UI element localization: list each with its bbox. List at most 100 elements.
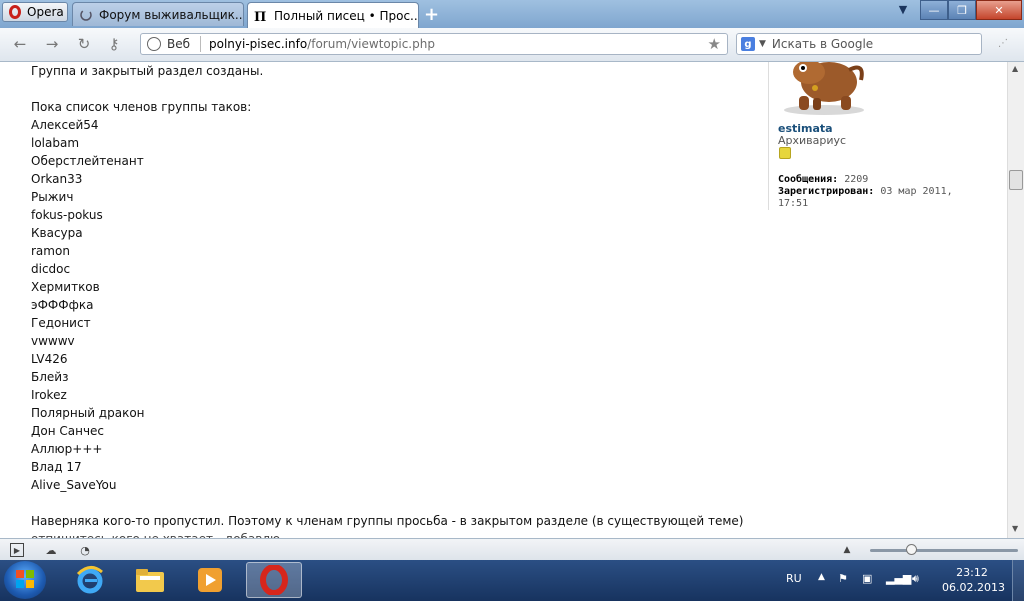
- clock-time: 23:12: [956, 566, 988, 579]
- opera-menu-button[interactable]: Opera: [2, 2, 68, 22]
- vertical-scrollbar[interactable]: ▲ ▼: [1007, 62, 1024, 538]
- globe-icon: [147, 37, 161, 51]
- window-controls: — ❐ ✕: [920, 0, 1022, 20]
- list-item: lolabam: [31, 136, 80, 150]
- address-toolbar: ← → ↻ ⚷ Веб polnyi-pisec.info/forum/view…: [0, 28, 1024, 62]
- arrow-down-tabs-icon[interactable]: ▼: [890, 0, 916, 18]
- google-icon[interactable]: g: [741, 37, 755, 51]
- key-icon[interactable]: ⚷: [104, 35, 124, 53]
- list-item: Дон Санчес: [31, 424, 105, 438]
- taskbar-media-player[interactable]: [182, 562, 238, 598]
- close-window-button[interactable]: ✕: [976, 0, 1022, 20]
- maximize-button[interactable]: ❐: [948, 0, 976, 20]
- search-field[interactable]: g ▼ Искать в Google: [736, 33, 982, 55]
- list-item: Полярный дракон: [31, 406, 145, 420]
- scroll-down-icon[interactable]: ▼: [1012, 524, 1018, 533]
- start-button[interactable]: [4, 561, 46, 599]
- cloud-icon[interactable]: ☁: [44, 543, 58, 557]
- zoom-up-icon[interactable]: ▲: [840, 543, 854, 557]
- new-tab-button[interactable]: +: [424, 4, 439, 25]
- registered-time: 17:51: [778, 198, 809, 209]
- tab-forum[interactable]: Форум выживальщик... ✕: [72, 2, 244, 26]
- volume-icon[interactable]: 🔊︎: [912, 572, 919, 586]
- arrow-right-icon[interactable]: →: [42, 35, 62, 53]
- list-item: Влад 17: [31, 460, 82, 474]
- rank-badge-icon: [779, 147, 791, 159]
- list-item: ramon: [31, 244, 70, 258]
- panel-toggle-icon[interactable]: ▶: [10, 543, 24, 557]
- loading-icon: [80, 8, 92, 21]
- turbo-icon[interactable]: ◔: [78, 543, 92, 557]
- action-center-flag-icon[interactable]: ⚑: [838, 572, 848, 585]
- opera-logo-icon: [9, 5, 21, 19]
- scroll-up-icon[interactable]: ▲: [1012, 64, 1018, 73]
- minimize-button[interactable]: —: [920, 0, 948, 20]
- list-item: vwwwv: [31, 334, 75, 348]
- network-signal-icon[interactable]: ▂▄▆: [886, 572, 911, 585]
- zoom-slider-handle[interactable]: [906, 544, 917, 555]
- internet-explorer-icon: [76, 566, 103, 594]
- avatar[interactable]: [779, 62, 873, 116]
- language-indicator[interactable]: RU: [786, 572, 802, 585]
- clock-date: 06.02.2013: [942, 581, 1005, 594]
- post-body: Группа и закрытый раздел созданы. Пока с…: [31, 62, 743, 538]
- device-icon[interactable]: ▣: [862, 572, 872, 585]
- opera-menu-label: Opera: [27, 5, 64, 19]
- tab-bar: Opera Форум выживальщик... ✕ П Полный пи…: [0, 0, 1024, 28]
- posts-value: 2209: [844, 174, 869, 185]
- opera-icon: [260, 565, 288, 595]
- list-item: Аллюр+++: [31, 442, 103, 456]
- chevron-down-icon[interactable]: ▼: [759, 39, 766, 49]
- list-item: эФФФфка: [31, 298, 94, 312]
- system-clock[interactable]: 23:12 06.02.2013: [942, 565, 1005, 595]
- zoom-slider[interactable]: [870, 549, 1018, 552]
- taskbar-internet-explorer[interactable]: [62, 562, 118, 598]
- reload-icon[interactable]: ↻: [74, 35, 94, 53]
- author-profile: estimata Архивариус Сообщения: 2209 Заре…: [768, 62, 968, 210]
- show-hidden-icons-icon[interactable]: ▲: [818, 572, 825, 582]
- posts-label: Сообщения:: [778, 174, 839, 185]
- tab-polnyi-pisec[interactable]: П Полный писец • Прос... ✕: [247, 2, 419, 28]
- post-intro: Группа и закрытый раздел созданы.: [31, 64, 264, 78]
- site-favicon-icon: П: [254, 10, 266, 23]
- list-item: fokus-pokus: [31, 208, 103, 222]
- post-list-heading: Пока список членов группы таков:: [31, 100, 252, 114]
- list-item: Alive_SaveYou: [31, 478, 117, 492]
- arrow-left-icon[interactable]: ←: [10, 35, 30, 53]
- page-content: Группа и закрытый раздел созданы. Пока с…: [0, 62, 1007, 538]
- status-bar: ▶ ☁ ◔ ▲: [0, 538, 1024, 561]
- tab-label: Полный писец • Прос...: [274, 8, 419, 23]
- list-item: Irokez: [31, 388, 67, 402]
- list-item: dicdoc: [31, 262, 71, 276]
- taskbar-explorer[interactable]: [122, 562, 178, 598]
- list-item: Квасура: [31, 226, 83, 240]
- svg-text:П: П: [254, 10, 266, 23]
- resize-grip-icon[interactable]: ⋰: [998, 38, 1016, 54]
- show-desktop-button[interactable]: [1012, 560, 1024, 601]
- star-bookmark-icon[interactable]: ★: [708, 35, 721, 53]
- windows-logo-icon: [16, 570, 34, 588]
- address-field[interactable]: Веб polnyi-pisec.info/forum/viewtopic.ph…: [140, 33, 728, 55]
- taskbar-opera[interactable]: [246, 562, 302, 598]
- media-player-icon: [198, 568, 222, 592]
- list-item: Рыжич: [31, 190, 74, 204]
- scrollbar-thumb[interactable]: [1009, 170, 1023, 190]
- post-outro-cut: отпишитесь кого не хватает - добавлю: [31, 530, 743, 538]
- list-item: Orkan33: [31, 172, 83, 186]
- list-item: Хермитков: [31, 280, 100, 294]
- list-item: Блейз: [31, 370, 69, 384]
- search-placeholder: Искать в Google: [771, 37, 874, 51]
- member-list: Алексей54 lolabam Оберстлейтенант Orkan3…: [31, 116, 743, 494]
- post-outro: Наверняка кого-то пропустил. Поэтому к ч…: [31, 514, 744, 528]
- user-rank: Архивариус: [778, 134, 847, 147]
- list-item: LV426: [31, 352, 68, 366]
- address-host: polnyi-pisec.info: [209, 37, 308, 51]
- folder-icon: [136, 569, 164, 592]
- list-item: Алексей54: [31, 118, 99, 132]
- address-scope-label: Веб: [167, 37, 191, 51]
- windows-taskbar: RU ▲ ⚑ ▣ ▂▄▆ 🔊︎ 23:12 06.02.2013: [0, 560, 1024, 601]
- tab-label: Форум выживальщик...: [99, 7, 244, 22]
- list-item: Оберстлейтенант: [31, 154, 144, 168]
- user-stats: Сообщения: 2209 Зарегистрирован: 03 мар …: [778, 174, 953, 210]
- list-item: Гедонист: [31, 316, 91, 330]
